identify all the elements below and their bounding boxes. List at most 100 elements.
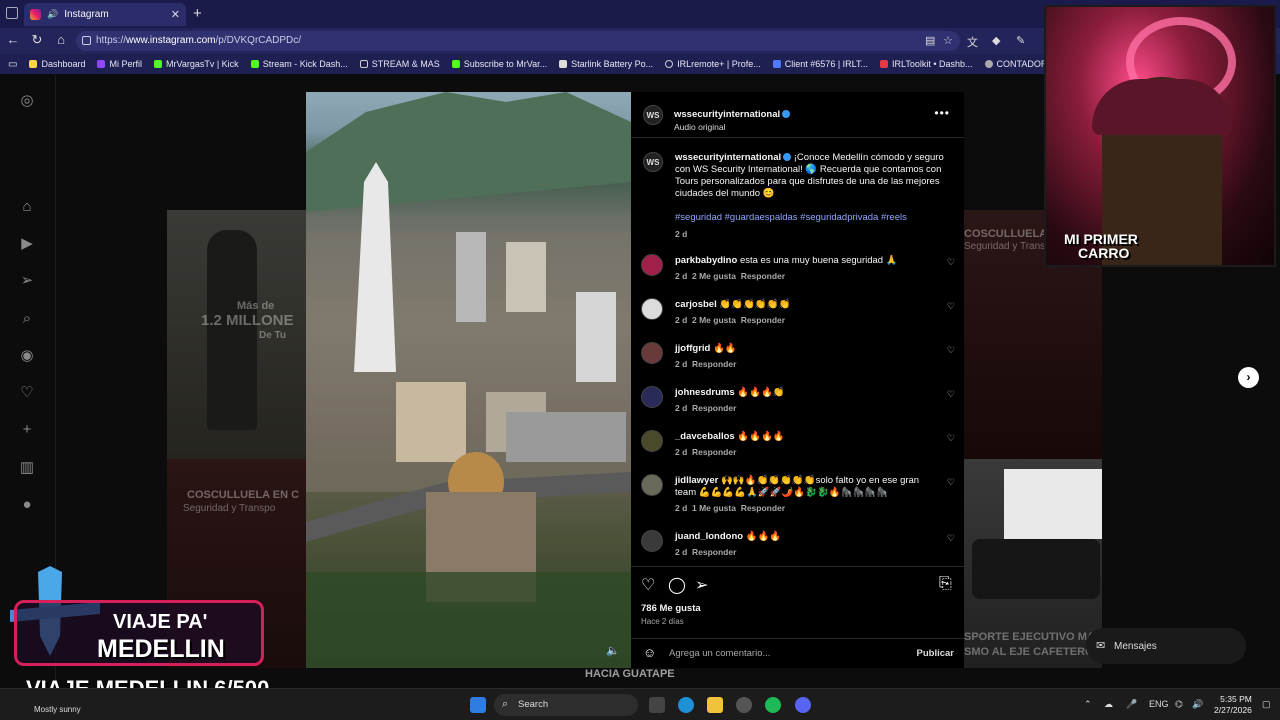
- comment-likes[interactable]: 2 Me gusta: [692, 315, 736, 325]
- comment-user[interactable]: jjoffgrid: [675, 343, 710, 354]
- bookmark-item[interactable]: Client #6576 | IRLT...: [772, 59, 868, 69]
- weather-label[interactable]: Mostly sunny: [34, 705, 81, 714]
- profile-nav-icon[interactable]: ●: [18, 496, 36, 514]
- save-bookmark-icon[interactable]: ⎘: [939, 575, 952, 593]
- notifications-tray-icon[interactable]: ▢: [1262, 699, 1271, 710]
- like-icon[interactable]: ♡: [641, 575, 655, 595]
- language-indicator[interactable]: ENG: [1149, 699, 1169, 709]
- reply-button[interactable]: Responder: [741, 271, 785, 281]
- home-icon[interactable]: ⌂: [53, 32, 69, 47]
- wifi-tray-icon[interactable]: ⌬: [1175, 699, 1183, 710]
- emoji-icon[interactable]: ☺: [643, 645, 656, 660]
- dashboard-nav-icon[interactable]: ▥: [18, 459, 36, 477]
- comment-likes[interactable]: 1 Me gusta: [692, 503, 736, 513]
- bookmark-item[interactable]: Starlink Battery Po...: [559, 59, 653, 69]
- comment-user[interactable]: jidllawyer: [675, 475, 718, 486]
- bookmark-item[interactable]: MrVargasTv | Kick: [154, 59, 239, 69]
- edge-browser-icon[interactable]: [678, 697, 694, 713]
- caption-author-avatar[interactable]: WS: [643, 152, 663, 172]
- feed-tile[interactable]: SPORTE EJECUTIVO MA SMO AL EJE CAFETERO: [964, 459, 1102, 668]
- publish-button[interactable]: Publicar: [917, 648, 955, 659]
- bookmark-item[interactable]: CONTADOR: [984, 59, 1047, 69]
- extension-diamond-icon[interactable]: ◆: [992, 34, 1000, 47]
- comment-user[interactable]: juand_londono: [675, 531, 743, 542]
- comment-user[interactable]: carjosbel: [675, 299, 717, 310]
- extension-pen-icon[interactable]: ✎: [1016, 34, 1025, 47]
- like-comment-icon[interactable]: ♡: [947, 345, 955, 356]
- volume-icon[interactable]: 🔈: [606, 644, 620, 657]
- commenter-avatar[interactable]: [641, 298, 663, 320]
- favorite-star-icon[interactable]: ☆: [943, 34, 953, 47]
- bookmark-item[interactable]: Mi Perfil: [97, 59, 142, 69]
- reading-view-icon[interactable]: ▤: [925, 34, 935, 47]
- reload-icon[interactable]: ↻: [29, 32, 45, 48]
- instagram-logo-icon[interactable]: ◎: [18, 92, 36, 110]
- explore-nav-icon[interactable]: ◉: [18, 347, 36, 365]
- bookmark-item[interactable]: Subscribe to MrVar...: [451, 59, 547, 69]
- like-comment-icon[interactable]: ♡: [947, 257, 955, 268]
- caption-author[interactable]: wssecurityinternational: [675, 152, 781, 163]
- url-field[interactable]: https://www.instagram.com/p/DVKQrCADPDc/: [76, 31, 960, 51]
- commenter-avatar[interactable]: [641, 430, 663, 452]
- author-username[interactable]: wssecurityinternational: [674, 109, 780, 120]
- commenter-avatar[interactable]: [641, 386, 663, 408]
- like-comment-icon[interactable]: ♡: [947, 389, 955, 400]
- file-explorer-icon[interactable]: [707, 697, 723, 713]
- commenter-avatar[interactable]: [641, 342, 663, 364]
- bookmark-item[interactable]: STREAM & MAS: [359, 59, 440, 69]
- notifications-nav-icon[interactable]: ♡: [18, 384, 36, 402]
- reply-button[interactable]: Responder: [741, 315, 785, 325]
- direct-nav-icon[interactable]: ➢: [18, 272, 36, 290]
- discord-icon[interactable]: [795, 697, 811, 713]
- bookmark-item[interactable]: IRLremote+ | Profe...: [665, 59, 761, 69]
- likes-count[interactable]: 786 Me gusta: [641, 603, 701, 614]
- bookmark-item[interactable]: IRLToolkit • Dashb...: [880, 59, 973, 69]
- reels-nav-icon[interactable]: ▶: [18, 235, 36, 253]
- windows-start-icon[interactable]: [470, 697, 486, 713]
- reply-button[interactable]: Responder: [741, 503, 785, 513]
- comment-input[interactable]: Agrega un comentario...: [669, 648, 770, 659]
- commenter-avatar[interactable]: [641, 530, 663, 552]
- app-icon[interactable]: [736, 697, 752, 713]
- hashtags[interactable]: #seguridad #guardaespaldas #seguridadpri…: [675, 212, 945, 224]
- create-nav-icon[interactable]: +: [18, 421, 36, 439]
- bookmark-item[interactable]: Dashboard: [29, 59, 85, 69]
- reply-button[interactable]: Responder: [692, 447, 736, 457]
- commenter-avatar[interactable]: [641, 474, 663, 496]
- reply-button[interactable]: Responder: [692, 547, 736, 557]
- author-avatar[interactable]: WS: [643, 105, 663, 125]
- reel-video[interactable]: [306, 92, 631, 668]
- new-tab-button[interactable]: +: [193, 5, 202, 22]
- extension-translate-icon[interactable]: 文: [967, 34, 978, 50]
- like-comment-icon[interactable]: ♡: [947, 477, 955, 488]
- tray-overflow-icon[interactable]: ⌃: [1084, 699, 1092, 710]
- network-tray-icon[interactable]: ☁: [1104, 699, 1113, 710]
- comment-user[interactable]: johnesdrums: [675, 387, 735, 398]
- like-comment-icon[interactable]: ♡: [947, 433, 955, 444]
- home-nav-icon[interactable]: ⌂: [18, 198, 36, 216]
- comment-icon[interactable]: ◯: [668, 575, 686, 595]
- reply-button[interactable]: Responder: [692, 359, 736, 369]
- bookmark-item[interactable]: Stream - Kick Dash...: [250, 59, 348, 69]
- next-post-icon[interactable]: ›: [1238, 367, 1259, 388]
- comment-likes[interactable]: 2 Me gusta: [692, 271, 736, 281]
- task-view-icon[interactable]: [649, 697, 665, 713]
- search-nav-icon[interactable]: ⌕: [18, 310, 36, 328]
- feed-tile[interactable]: Más de 1.2 MILLONE De Tu: [167, 210, 306, 459]
- system-clock[interactable]: 5:35 PM 2/27/2026: [1214, 694, 1252, 716]
- close-tab-icon[interactable]: ✕: [171, 8, 180, 21]
- share-icon[interactable]: ➢: [695, 575, 708, 595]
- audio-label[interactable]: Audio original: [674, 122, 790, 132]
- tab-actions-icon[interactable]: [6, 7, 18, 19]
- reply-button[interactable]: Responder: [692, 403, 736, 413]
- comment-user[interactable]: _davceballos: [675, 431, 735, 442]
- messages-button[interactable]: ✉ Mensajes: [1086, 628, 1246, 664]
- back-icon[interactable]: ←: [5, 32, 21, 47]
- spotify-icon[interactable]: [765, 697, 781, 713]
- volume-tray-icon[interactable]: 🔊: [1192, 699, 1203, 710]
- comment-user[interactable]: parkbabydino: [675, 255, 737, 266]
- like-comment-icon[interactable]: ♡: [947, 533, 955, 544]
- taskbar-search[interactable]: ⌕ Search: [494, 694, 638, 716]
- bookmarks-menu-icon[interactable]: ▭: [8, 59, 17, 70]
- tab-instagram[interactable]: 🔊 Instagram ✕: [24, 3, 186, 26]
